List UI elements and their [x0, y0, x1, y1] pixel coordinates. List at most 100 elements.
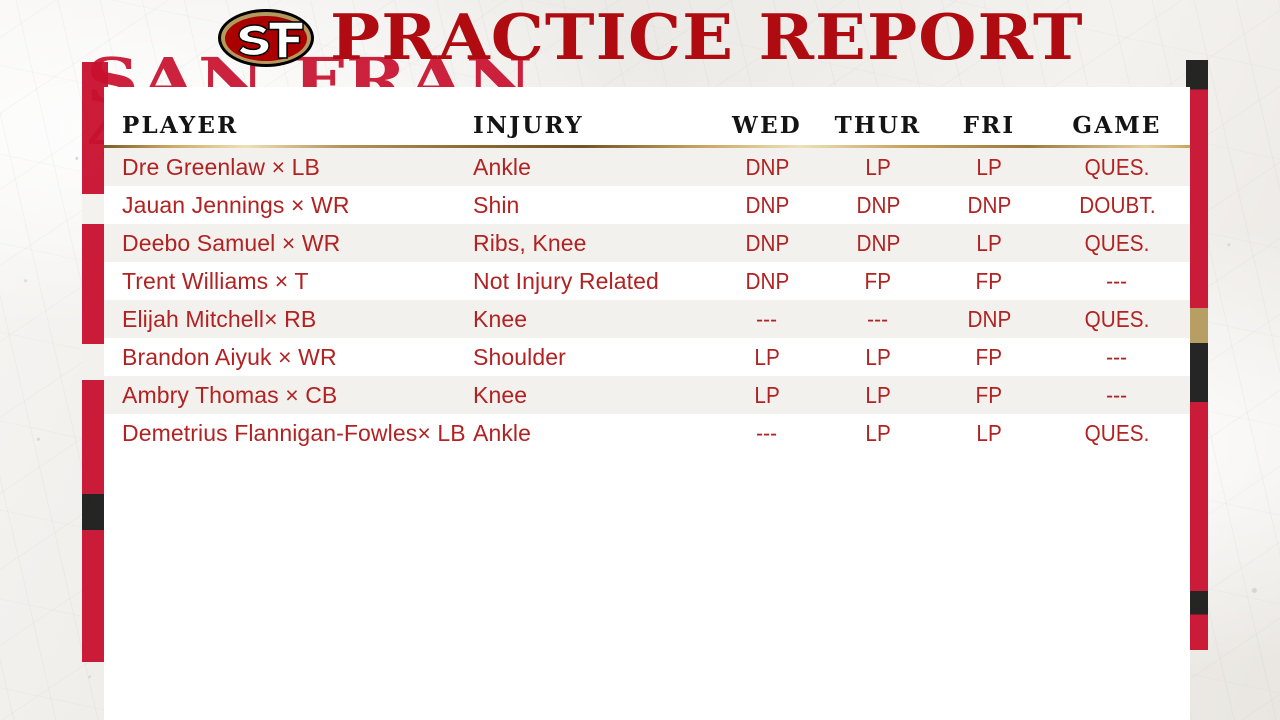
cell-player: Jauan Jennings × WR: [104, 192, 472, 219]
cell-injury: Not Injury Related: [472, 268, 712, 295]
team-logo-49ers-icon: [218, 9, 314, 67]
table-body: Dre Greenlaw × LB Ankle DNP LP LP QUES. Jauan …: [104, 148, 1190, 452]
cell-injury-text: Ribs, Knee: [473, 229, 587, 256]
cell-fri: LP: [934, 420, 1044, 447]
table-row: Jauan Jennings × WR Shin DNP DNP DNP DOUBT.: [104, 186, 1190, 224]
cell-game-text: QUES.: [1084, 229, 1150, 256]
table-row: Demetrius Flannigan-Fowles× LB Ankle --- LP…: [104, 414, 1190, 452]
cell-player-text: Ambry Thomas × CB: [122, 381, 338, 408]
report-panel: PLAYER INJURY WED THUR FRI GAME Dre Gree…: [104, 87, 1190, 720]
cell-fri-text: LP: [976, 229, 1002, 256]
cell-fri-text: FP: [975, 381, 1003, 408]
cell-thur: LP: [822, 344, 934, 371]
cell-injury: Knee: [472, 382, 712, 409]
cell-fri: DNP: [934, 306, 1044, 333]
cell-injury: Ankle: [472, 420, 712, 447]
cell-injury-text: Shin: [473, 191, 520, 218]
cell-fri: FP: [934, 382, 1044, 409]
cell-game: QUES.: [1044, 154, 1190, 181]
practice-report-table: PLAYER INJURY WED THUR FRI GAME Dre Gree…: [104, 87, 1190, 452]
cell-injury: Shoulder: [472, 344, 712, 371]
column-header-thur: THUR: [834, 112, 922, 139]
cell-thur: DNP: [822, 192, 934, 219]
cell-wed: DNP: [712, 230, 822, 257]
cell-fri-text: FP: [975, 267, 1003, 294]
cell-game-text: DOUBT.: [1078, 191, 1156, 218]
cell-fri: FP: [934, 344, 1044, 371]
cell-fri-text: LP: [976, 419, 1002, 446]
cell-injury-text: Shoulder: [473, 343, 566, 370]
cell-wed: ---: [712, 420, 822, 447]
cell-game-text: ---: [1106, 381, 1128, 408]
table-row: Elijah Mitchell× RB Knee --- --- DNP QUES.: [104, 300, 1190, 338]
table-row: Dre Greenlaw × LB Ankle DNP LP LP QUES.: [104, 148, 1190, 186]
cell-thur-text: LP: [865, 343, 891, 370]
cell-wed-text: ---: [756, 305, 778, 332]
cell-player: Trent Williams × T: [104, 268, 472, 295]
cell-fri-text: FP: [975, 343, 1003, 370]
logo-red-face: [225, 15, 307, 61]
cell-thur-text: ---: [867, 305, 889, 332]
column-header-player: PLAYER: [122, 112, 239, 139]
cell-player-text: Deebo Samuel × WR: [122, 229, 341, 256]
cell-wed-text: DNP: [745, 267, 789, 294]
cell-thur-text: LP: [865, 419, 891, 446]
cell-player: Elijah Mitchell× RB: [104, 306, 472, 333]
cell-game: ---: [1044, 382, 1190, 409]
column-header-wed: WED: [732, 112, 802, 139]
cell-wed-text: LP: [754, 343, 780, 370]
cell-injury-text: Ankle: [473, 153, 532, 180]
column-header-game: GAME: [1072, 112, 1162, 139]
cell-game-text: ---: [1106, 267, 1128, 294]
cell-wed: ---: [712, 306, 822, 333]
logo-gold-ring: [221, 12, 311, 64]
cell-fri: LP: [934, 154, 1044, 181]
cell-injury-text: Knee: [473, 381, 528, 408]
cell-player-text: Brandon Aiyuk × WR: [122, 343, 337, 370]
table-row: Deebo Samuel × WR Ribs, Knee DNP DNP LP QUES.: [104, 224, 1190, 262]
cell-wed-text: DNP: [745, 191, 789, 218]
cell-injury: Ankle: [472, 154, 712, 181]
cell-player-text: Jauan Jennings × WR: [122, 191, 350, 218]
cell-game: QUES.: [1044, 306, 1190, 333]
cell-thur: DNP: [822, 230, 934, 257]
cell-player: Deebo Samuel × WR: [104, 230, 472, 257]
cell-player-text: Demetrius Flannigan-Fowles× LB: [122, 419, 466, 446]
cell-fri: LP: [934, 230, 1044, 257]
cell-game: DOUBT.: [1044, 192, 1190, 219]
cell-thur: LP: [822, 382, 934, 409]
cell-player: Demetrius Flannigan-Fowles× LB: [104, 420, 472, 447]
cell-thur-text: LP: [865, 153, 891, 180]
cell-game: QUES.: [1044, 420, 1190, 447]
page-title: PRACTICE REPORT: [330, 0, 1084, 74]
table-row: Brandon Aiyuk × WR Shoulder LP LP FP ---: [104, 338, 1190, 376]
cell-player: Ambry Thomas × CB: [104, 382, 472, 409]
cell-injury-text: Ankle: [473, 419, 532, 446]
cell-fri: DNP: [934, 192, 1044, 219]
column-header-injury: INJURY: [473, 112, 584, 139]
slide-canvas: SAN FRAN 49ERS PRACTICE REPORT: [0, 0, 1280, 720]
cell-wed: LP: [712, 382, 822, 409]
cell-game: QUES.: [1044, 230, 1190, 257]
cell-fri: FP: [934, 268, 1044, 295]
table-header-row: PLAYER INJURY WED THUR FRI GAME: [104, 87, 1190, 145]
cell-game: ---: [1044, 344, 1190, 371]
column-header-fri: FRI: [962, 112, 1016, 139]
table-row: Trent Williams × T Not Injury Related DNP F…: [104, 262, 1190, 300]
cell-wed-text: ---: [756, 419, 778, 446]
cell-thur-text: LP: [865, 381, 891, 408]
cell-wed: DNP: [712, 192, 822, 219]
cell-thur: LP: [822, 154, 934, 181]
cell-thur: LP: [822, 420, 934, 447]
cell-thur: ---: [822, 306, 934, 333]
cell-injury-text: Knee: [473, 305, 528, 332]
cell-player-text: Dre Greenlaw × LB: [122, 153, 320, 180]
cell-wed: DNP: [712, 154, 822, 181]
cell-player: Brandon Aiyuk × WR: [104, 344, 472, 371]
cell-game-text: QUES.: [1084, 419, 1150, 446]
cell-wed-text: DNP: [745, 153, 789, 180]
cell-injury: Knee: [472, 306, 712, 333]
cell-game: ---: [1044, 268, 1190, 295]
cell-thur-text: FP: [864, 267, 892, 294]
cell-injury-text: Not Injury Related: [473, 267, 659, 294]
